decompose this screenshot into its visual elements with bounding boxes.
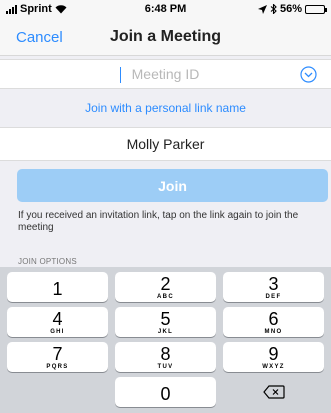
location-arrow-icon <box>257 4 267 14</box>
key-digit: 6 <box>268 309 279 329</box>
key-5[interactable]: 5 JKL <box>115 307 216 337</box>
status-right-group: 56% <box>257 3 327 15</box>
key-letters: GHI <box>50 329 65 335</box>
key-digit: 4 <box>52 309 63 329</box>
key-digit: 7 <box>52 344 63 364</box>
cancel-button[interactable]: Cancel <box>16 29 63 46</box>
key-letters: PQRS <box>46 364 69 370</box>
key-digit: 2 <box>160 274 171 294</box>
key-2[interactable]: 2 ABC <box>115 272 216 302</box>
personal-link-name-link[interactable]: Join with a personal link name <box>0 89 331 127</box>
invitation-hint: If you received an invitation link, tap … <box>18 210 299 233</box>
key-1[interactable]: 1 <box>7 272 108 302</box>
chevron-down-circle-icon[interactable] <box>300 66 317 83</box>
key-letters: DEF <box>265 294 282 300</box>
key-0[interactable]: 0 <box>115 377 216 407</box>
key-letters: MNO <box>264 329 283 335</box>
meeting-id-row <box>0 59 331 89</box>
bluetooth-icon <box>270 4 277 14</box>
key-4[interactable]: 4 GHI <box>7 307 108 337</box>
key-digit: 5 <box>160 309 171 329</box>
name-input[interactable] <box>0 128 331 160</box>
key-7[interactable]: 7 PQRS <box>7 342 108 372</box>
battery-percent: 56% <box>279 3 302 15</box>
meeting-id-input[interactable] <box>0 60 331 88</box>
backspace-icon <box>262 385 285 399</box>
key-letters: WXYZ <box>262 364 285 370</box>
key-digit: 8 <box>160 344 171 364</box>
battery-icon <box>305 4 327 14</box>
key-digit: 0 <box>160 384 171 404</box>
join-button[interactable]: Join <box>17 169 328 202</box>
key-digit: 1 <box>52 279 63 299</box>
key-8[interactable]: 8 TUV <box>115 342 216 372</box>
key-letters: TUV <box>157 364 174 370</box>
numeric-keypad: 1 2 ABC 3 DEF 4 GHI 5 JKL 6 MNO 7 PQRS 8… <box>0 267 331 413</box>
nav-bar: Cancel Join a Meeting <box>0 20 331 56</box>
status-bar: Sprint 6:48 PM 56% <box>0 0 331 20</box>
key-digit: 3 <box>268 274 279 294</box>
key-9[interactable]: 9 WXYZ <box>223 342 324 372</box>
key-letters: ABC <box>157 294 174 300</box>
key-6[interactable]: 6 MNO <box>223 307 324 337</box>
key-digit: 9 <box>268 344 279 364</box>
key-3[interactable]: 3 DEF <box>223 272 324 302</box>
key-letters: JKL <box>157 329 174 335</box>
name-row <box>0 127 331 161</box>
join-options-header: JOIN OPTIONS <box>18 257 77 266</box>
delete-key[interactable] <box>223 377 324 407</box>
